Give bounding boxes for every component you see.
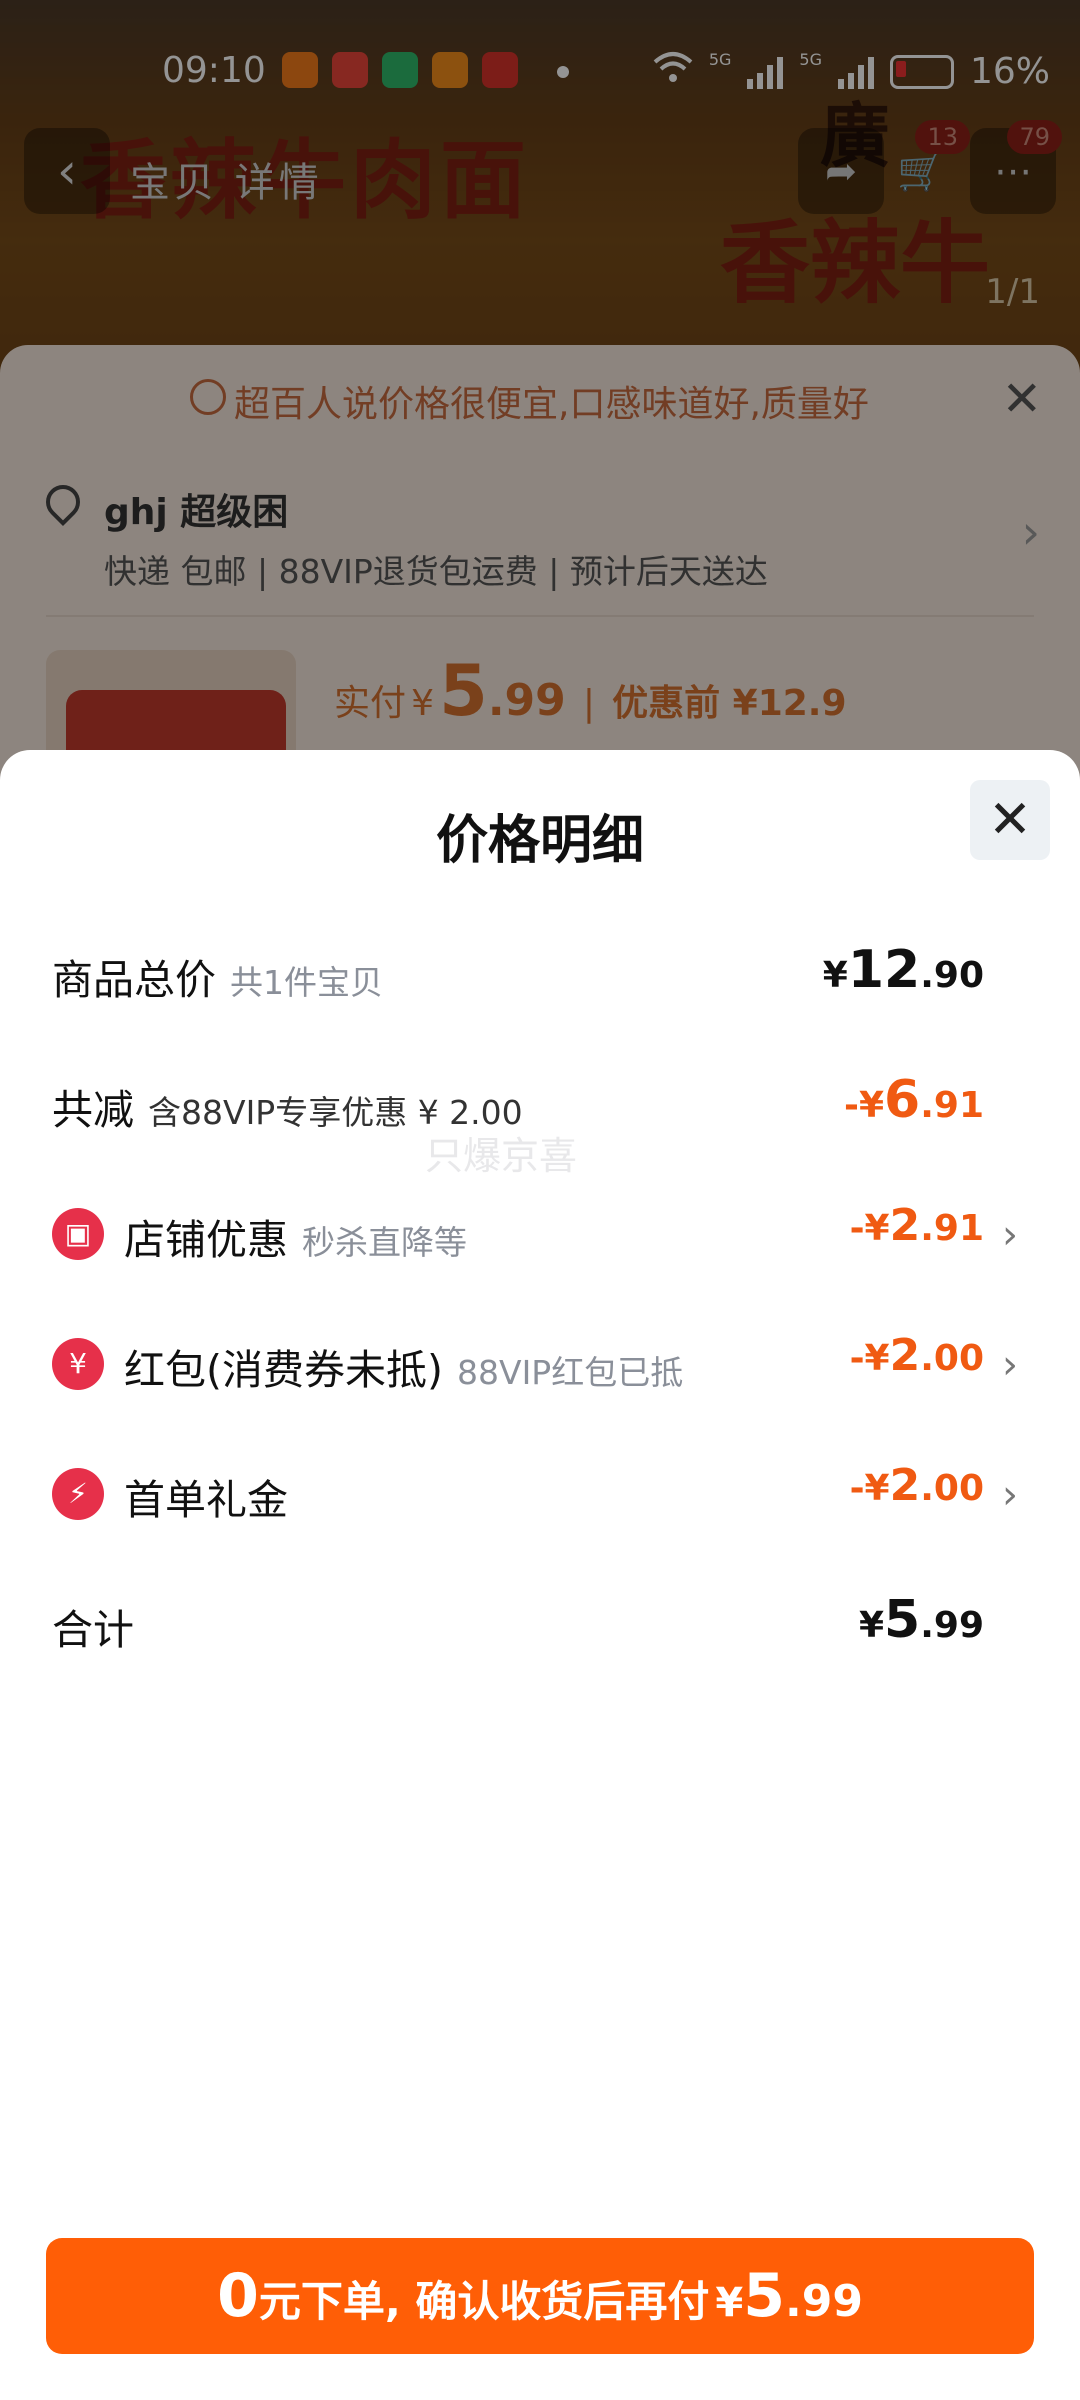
- value-currency: -¥: [849, 1208, 890, 1249]
- row-sub: 含88VIP专享优惠 ¥ 2.00: [148, 1093, 523, 1132]
- row-label: 合计: [52, 1596, 134, 1656]
- value-dec: .91: [920, 1085, 984, 1126]
- price-row-first-order-gift[interactable]: ⚡ 首单礼金 -¥2.00 ›: [0, 1448, 1080, 1538]
- row-value: -¥2.00: [850, 1460, 984, 1511]
- price-row-total-goods: 商品总价 共1件宝贝 ¥12.90: [0, 928, 1080, 1018]
- row-label-text: 首单礼金: [124, 1476, 288, 1524]
- row-label-text: 店铺优惠: [124, 1216, 288, 1264]
- chevron-right-icon[interactable]: ›: [1002, 1212, 1018, 1258]
- lightning-icon: ⚡: [52, 1468, 104, 1520]
- row-label: 首单礼金: [124, 1466, 288, 1526]
- value-int: 2: [889, 1460, 921, 1511]
- row-value: -¥2.91: [850, 1200, 984, 1251]
- place-order-button[interactable]: 0元下单, 确认收货后再付 ¥5.99: [46, 2238, 1034, 2354]
- row-label-text: 商品总价: [52, 956, 216, 1004]
- value-currency: ¥: [858, 1605, 885, 1646]
- row-value: ¥5.99: [859, 1590, 984, 1650]
- row-sub: 88VIP红包已抵: [457, 1353, 684, 1392]
- value-dec: .00: [920, 1468, 984, 1509]
- row-label: 店铺优惠 秒杀直降等: [124, 1206, 467, 1266]
- row-value: -¥6.91: [844, 1070, 984, 1130]
- value-dec: .91: [920, 1208, 984, 1249]
- value-currency: -¥: [849, 1468, 890, 1509]
- value-int: 5: [884, 1590, 921, 1650]
- button-big-number: 0: [217, 2261, 259, 2331]
- value-int: 6: [884, 1070, 921, 1130]
- row-label: 商品总价 共1件宝贝: [52, 946, 383, 1006]
- value-int: 12: [847, 940, 921, 1000]
- chevron-right-icon[interactable]: ›: [1002, 1342, 1018, 1388]
- value-int: 2: [889, 1200, 921, 1251]
- shop-icon: ▣: [52, 1208, 104, 1260]
- value-int: 2: [889, 1330, 921, 1381]
- row-label: 红包(消费券未抵) 88VIP红包已抵: [124, 1336, 683, 1396]
- row-sub: 共1件宝贝: [230, 963, 383, 1002]
- value-dec: .99: [920, 1605, 984, 1646]
- row-label: 共减 含88VIP专享优惠 ¥ 2.00: [52, 1076, 523, 1136]
- row-sub: 秒杀直降等: [302, 1223, 467, 1262]
- row-label-text: 合计: [52, 1606, 134, 1654]
- value-currency: -¥: [844, 1085, 885, 1126]
- sheet-title: 价格明细: [435, 811, 644, 871]
- close-button[interactable]: ✕: [970, 780, 1050, 860]
- row-value: -¥2.00: [850, 1330, 984, 1381]
- value-currency: -¥: [849, 1338, 890, 1379]
- button-price-int: 5: [743, 2261, 785, 2331]
- price-row-sum: 合计 ¥5.99: [0, 1578, 1080, 1668]
- price-row-shop-discount[interactable]: ▣ 店铺优惠 秒杀直降等 -¥2.91 ›: [0, 1188, 1080, 1278]
- price-row-total-discount: 共减 含88VIP专享优惠 ¥ 2.00 -¥6.91: [0, 1058, 1080, 1148]
- row-label-text: 红包(消费券未抵): [124, 1346, 443, 1394]
- button-price-dec: .99: [784, 2276, 863, 2327]
- row-value: ¥12.90: [823, 940, 984, 1000]
- red-packet-icon: ¥: [52, 1338, 104, 1390]
- value-dec: .90: [920, 955, 984, 996]
- price-detail-sheet: 价格明细 ✕ 只爆京喜 商品总价 共1件宝贝 ¥12.90 共减 含88VIP专享优…: [0, 750, 1080, 2400]
- value-dec: .00: [920, 1338, 984, 1379]
- value-currency: ¥: [822, 955, 848, 996]
- button-text: 元下单, 确认收货后再付: [258, 2277, 710, 2326]
- button-currency: ¥: [715, 2280, 744, 2326]
- price-row-red-packet[interactable]: ¥ 红包(消费券未抵) 88VIP红包已抵 -¥2.00 ›: [0, 1318, 1080, 1408]
- row-label-text: 共减: [52, 1086, 134, 1134]
- chevron-right-icon[interactable]: ›: [1002, 1472, 1018, 1518]
